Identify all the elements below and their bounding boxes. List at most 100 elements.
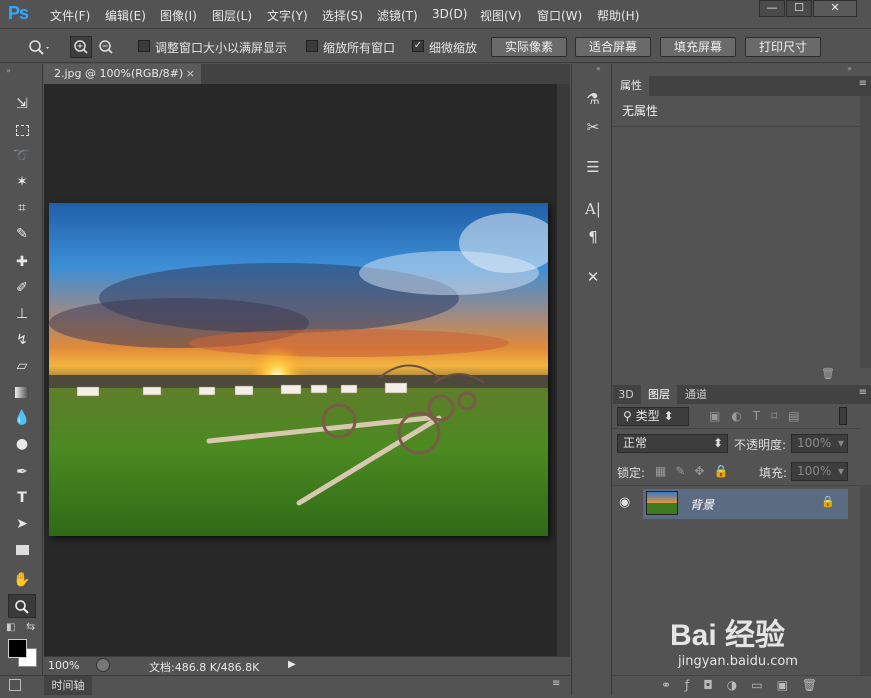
fit-screen-button[interactable]: 适合屏幕: [575, 37, 651, 57]
print-size-button[interactable]: 打印尺寸: [745, 37, 821, 57]
character-panel-icon[interactable]: A|: [582, 198, 604, 220]
timeline-menu-icon[interactable]: ≡: [552, 678, 560, 689]
document-tab-title: 2.jpg @ 100%(RGB/8#): [54, 67, 184, 80]
tool-presets-icon[interactable]: ✕: [582, 266, 604, 288]
maximize-button[interactable]: ☐: [786, 0, 812, 17]
status-bar: 100% 文档:486.8 K/486.8K ▶: [44, 656, 570, 674]
tab-channels[interactable]: 通道: [679, 385, 713, 404]
blend-mode-select[interactable]: 正常 ⬍: [617, 434, 728, 453]
menu-file[interactable]: 文件(F): [50, 7, 90, 24]
clone-stamp-tool-icon[interactable]: ⊥: [8, 302, 36, 326]
brush-presets-icon[interactable]: ⚗: [582, 88, 604, 110]
lasso-tool-icon[interactable]: ➰: [8, 144, 36, 168]
lock-icons[interactable]: ▦✎✥🔒: [655, 464, 737, 478]
layers-divider: [613, 428, 860, 429]
foreground-color-swatch[interactable]: [8, 639, 27, 658]
resize-windows-checkbox[interactable]: [138, 40, 150, 52]
menu-filter[interactable]: 滤镜(T): [377, 7, 418, 24]
layer-row-background[interactable]: 背景 🔒: [643, 489, 848, 519]
collapse-dock-icon[interactable]: «: [596, 64, 601, 73]
tools-panel: » ⇲ ➰ ✶ ⌗ ✎ ✚ ✐ ⊥ ↯ ▱ 💧 ● ✒ T ➤ ✋ ◧ ⇆: [0, 64, 43, 695]
layers-menu-icon[interactable]: ≡: [859, 387, 867, 398]
rectangle-tool-icon[interactable]: [8, 538, 36, 562]
menu-layer[interactable]: 图层(L): [212, 7, 252, 24]
move-tool-icon[interactable]: ⇲: [8, 92, 36, 116]
paragraph-panel-icon[interactable]: ¶: [582, 226, 604, 248]
close-button[interactable]: ✕: [813, 0, 857, 17]
layers-divider-2: [613, 485, 860, 486]
scrubby-zoom-checkbox[interactable]: ✓: [412, 40, 424, 52]
menu-window[interactable]: 窗口(W): [537, 7, 582, 24]
opacity-input[interactable]: 100% ▾: [791, 434, 848, 453]
layer-lock-icon: 🔒: [821, 495, 835, 508]
layer-filter-icons[interactable]: ▣◐T⌑▤: [709, 409, 811, 423]
collapse-toolbar-icon[interactable]: »: [6, 66, 11, 75]
vertical-scrollbar[interactable]: [557, 84, 570, 656]
status-info-icon[interactable]: [96, 658, 110, 672]
pen-tool-icon[interactable]: ✒: [8, 460, 36, 484]
swap-colors-icon[interactable]: ⇆: [26, 620, 35, 633]
menu-3d[interactable]: 3D(D): [432, 7, 467, 21]
lock-label: 锁定:: [617, 466, 646, 480]
document-tab[interactable]: 2.jpg @ 100%(RGB/8#) ×: [44, 64, 201, 84]
menu-type[interactable]: 文字(Y): [267, 7, 308, 24]
opacity-label: 不透明度:: [734, 438, 787, 452]
minimize-button[interactable]: —: [759, 0, 785, 17]
collapse-panels-icon[interactable]: »: [847, 64, 852, 73]
menu-image[interactable]: 图像(I): [160, 7, 197, 24]
zoom-level[interactable]: 100%: [48, 659, 79, 672]
clone-source-icon[interactable]: ☰: [582, 156, 604, 178]
healing-brush-tool-icon[interactable]: ✚: [8, 250, 36, 274]
zoom-tool-icon[interactable]: [8, 594, 36, 618]
marquee-tool-icon[interactable]: [8, 118, 36, 142]
blur-tool-icon[interactable]: 💧: [8, 406, 36, 430]
tab-3d[interactable]: 3D: [613, 385, 639, 404]
crop-tool-icon[interactable]: ⌗: [8, 196, 36, 220]
collapsed-panel-dock: « ⚗ ✂ ☰ A| ¶ ✕: [571, 64, 612, 695]
fill-input[interactable]: 100% ▾: [791, 462, 848, 481]
layer-visibility-eye-icon[interactable]: ◉: [619, 495, 630, 510]
options-bar: 调整窗口大小以满屏显示 缩放所有窗口 ✓ 细微缩放 实际像素 适合屏幕 填充屏幕…: [0, 30, 871, 63]
watermark-brand: Bai 经验: [670, 619, 786, 652]
type-tool-icon[interactable]: T: [8, 486, 36, 510]
watermark-url: jingyan.baidu.com: [678, 654, 798, 669]
properties-tab[interactable]: 属性: [613, 76, 649, 96]
document-image[interactable]: [49, 203, 548, 536]
timeline-tab[interactable]: 时间轴: [44, 676, 92, 695]
fill-screen-button[interactable]: 填充屏幕: [660, 37, 736, 57]
document-tab-bar: 2.jpg @ 100%(RGB/8#) ×: [44, 64, 570, 84]
layer-name: 背景: [690, 498, 715, 512]
gradient-tool-icon[interactable]: [8, 380, 36, 404]
zoom-all-checkbox[interactable]: [306, 40, 318, 52]
layer-filter-select[interactable]: ⚲ 类型 ⬍: [617, 407, 689, 426]
brush-panel-icon[interactable]: ✂: [582, 116, 604, 138]
eyedropper-tool-icon[interactable]: ✎: [8, 222, 36, 246]
zoom-tool-preset-icon[interactable]: [26, 36, 50, 58]
resize-windows-label: 调整窗口大小以满屏显示: [155, 41, 288, 55]
hand-tool-icon[interactable]: ✋: [8, 568, 36, 592]
timeline-icon[interactable]: [9, 679, 21, 691]
magic-wand-tool-icon[interactable]: ✶: [8, 170, 36, 194]
menu-help[interactable]: 帮助(H): [597, 7, 639, 24]
dodge-tool-icon[interactable]: ●: [8, 432, 36, 456]
properties-menu-icon[interactable]: ≡: [859, 78, 867, 89]
eraser-tool-icon[interactable]: ▱: [8, 354, 36, 378]
properties-trash-icon[interactable]: 🗑: [821, 367, 835, 380]
path-selection-tool-icon[interactable]: ➤: [8, 512, 36, 536]
menu-edit[interactable]: 编辑(E): [105, 7, 146, 24]
menu-view[interactable]: 视图(V): [480, 7, 522, 24]
zoom-out-icon[interactable]: [96, 37, 118, 59]
actual-pixels-button[interactable]: 实际像素: [491, 37, 567, 57]
default-colors-icon[interactable]: ◧: [6, 622, 15, 633]
close-document-icon[interactable]: ×: [186, 64, 195, 84]
blend-mode-value: 正常: [623, 436, 648, 450]
filter-toggle[interactable]: [839, 407, 847, 425]
tab-layers[interactable]: 图层: [641, 385, 677, 404]
brush-tool-icon[interactable]: ✐: [8, 276, 36, 300]
menu-select[interactable]: 选择(S): [322, 7, 363, 24]
zoom-in-icon[interactable]: [70, 36, 92, 58]
history-brush-tool-icon[interactable]: ↯: [8, 328, 36, 352]
properties-scrollbar[interactable]: [860, 96, 871, 368]
layers-scrollbar[interactable]: [860, 485, 871, 675]
status-menu-arrow-icon[interactable]: ▶: [288, 659, 296, 670]
